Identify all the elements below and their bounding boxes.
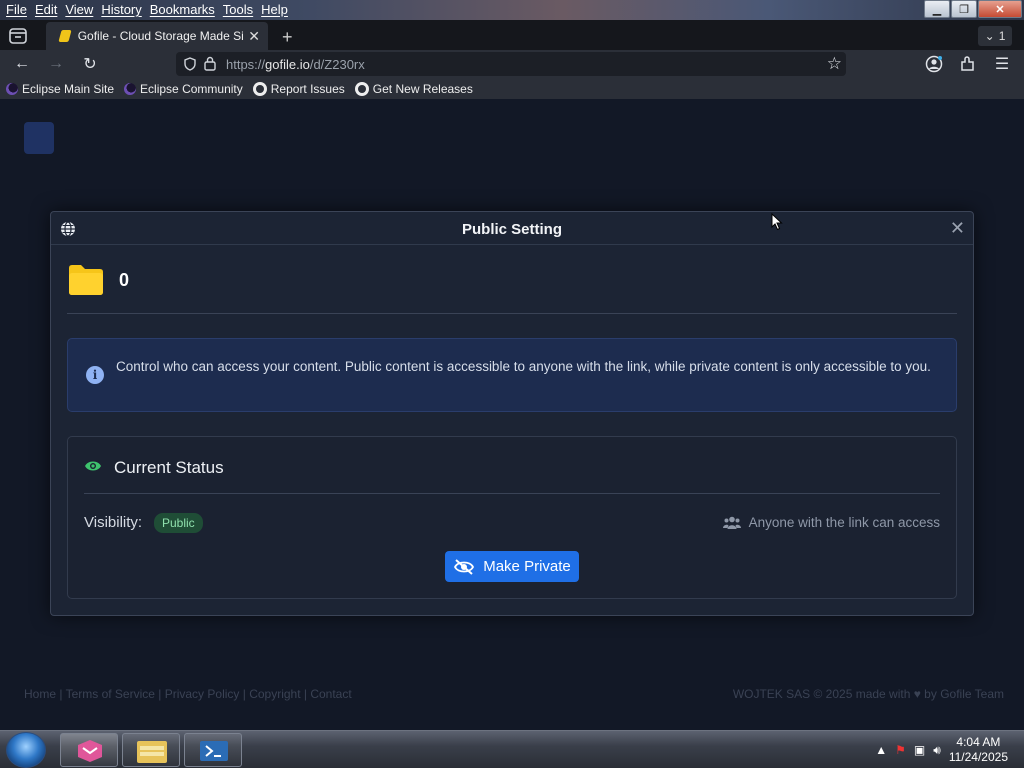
taskbar-app-powershell[interactable]	[184, 733, 242, 767]
powershell-icon	[200, 741, 228, 761]
status-title: Current Status	[114, 458, 224, 477]
info-alert: i Control who can access your content. P…	[67, 338, 957, 412]
make-private-button[interactable]: Make Private	[445, 551, 579, 582]
page-footer: Home | Terms of Service | Privacy Policy…	[24, 687, 1004, 701]
mouse-cursor-icon	[771, 213, 783, 231]
volume-icon[interactable]: 🔊︎	[933, 743, 941, 758]
eye-slash-icon	[454, 558, 475, 575]
forward-icon[interactable]: →	[46, 54, 66, 74]
footer-links[interactable]: Home | Terms of Service | Privacy Policy…	[24, 687, 352, 701]
reload-icon[interactable]: ↻	[80, 54, 100, 74]
status-header: Current Status	[84, 437, 940, 494]
start-button[interactable]	[6, 732, 46, 768]
url-text: https://gofile.io/d/Z230rx	[226, 57, 365, 72]
menu-bar: File Edit View History Bookmarks Tools H…	[0, 0, 1024, 20]
menu-tools[interactable]: Tools	[219, 2, 257, 17]
users-icon	[722, 516, 741, 529]
menu-history[interactable]: History	[97, 2, 145, 17]
hamburger-menu-icon[interactable]: ☰	[992, 54, 1012, 74]
modal-header: Public Setting ✕	[51, 212, 973, 245]
shield-icon[interactable]	[184, 57, 196, 71]
make-private-label: Make Private	[483, 558, 571, 575]
tab-list-button[interactable]: ⌄ 1	[978, 26, 1012, 46]
tab-bar: Gofile - Cloud Storage Made Sir ✕ + ⌄ 1	[0, 20, 1024, 50]
bookmark-label: Report Issues	[270, 81, 345, 96]
tab-title: Gofile - Cloud Storage Made Sir	[77, 29, 245, 43]
bookmark-label: Get New Releases	[372, 81, 473, 96]
github-icon	[354, 81, 369, 96]
taskbar-app-explorer[interactable]	[122, 733, 180, 767]
eclipse-icon	[6, 82, 18, 95]
chevron-down-icon: ⌄	[984, 29, 995, 43]
back-icon[interactable]: ←	[12, 54, 32, 74]
sidebar-toggle-button[interactable]	[24, 122, 54, 154]
bookmark-eclipse-main[interactable]: Eclipse Main Site	[6, 82, 114, 96]
gofile-favicon-icon	[58, 30, 72, 42]
clock-time: 4:04 AM	[956, 735, 1001, 749]
extensions-icon[interactable]	[959, 55, 977, 73]
bookmark-label: Eclipse Community	[140, 81, 243, 96]
account-icon[interactable]	[925, 55, 943, 73]
menu-file[interactable]: File	[2, 2, 31, 17]
access-text: Anyone with the link can access	[748, 515, 940, 530]
bookmark-get-new-releases[interactable]: Get New Releases	[354, 81, 473, 96]
browser-tab[interactable]: Gofile - Cloud Storage Made Sir ✕	[46, 22, 268, 50]
taskbar-app-browser[interactable]	[60, 733, 118, 767]
nav-bar: ← → ↻ https://gofile.io/d/Z230rx ☆ ☰	[0, 50, 1024, 78]
action-center-flag-icon[interactable]: ⚑	[895, 743, 906, 757]
folder-name: 0	[119, 270, 130, 290]
show-hidden-icons-button[interactable]: ▲	[875, 743, 887, 757]
info-text: Control who can access your content. Pub…	[116, 359, 931, 374]
browser-app-icon	[78, 740, 102, 762]
github-icon	[252, 81, 267, 96]
access-info: Anyone with the link can access	[722, 515, 940, 530]
tab-overview-icon[interactable]	[8, 27, 28, 45]
folder-explorer-icon	[137, 741, 167, 763]
menu-bookmarks[interactable]: Bookmarks	[146, 2, 219, 17]
restore-button[interactable]: ❐	[951, 0, 977, 18]
url-prefix: https://	[226, 56, 266, 72]
new-tab-button[interactable]: +	[282, 27, 293, 48]
eye-icon	[85, 461, 101, 471]
url-bar[interactable]: https://gofile.io/d/Z230rx ☆	[176, 52, 846, 76]
modal-close-button[interactable]: ✕	[950, 218, 965, 239]
public-setting-modal: Public Setting ✕ 0 i Control who can acc…	[50, 211, 974, 616]
menu-view[interactable]: View	[61, 2, 97, 17]
visibility-label: Visibility:	[84, 514, 143, 531]
bookmark-report-issues[interactable]: Report Issues	[252, 81, 345, 96]
eclipse-icon	[124, 82, 137, 95]
lock-icon[interactable]	[204, 56, 216, 71]
tab-close-icon[interactable]: ✕	[248, 28, 260, 45]
bookmarks-bar: Eclipse Main Site Eclipse Community Repo…	[0, 78, 1024, 99]
info-icon: i	[86, 366, 104, 384]
clock-date: 11/24/2025	[948, 750, 1008, 764]
folder-row: 0	[67, 264, 957, 314]
footer-credit: WOJTEK SAS © 2025 made with ♥ by Gofile …	[732, 687, 1004, 701]
modal-title: Public Setting	[461, 221, 562, 238]
url-host: gofile.io	[265, 56, 310, 72]
url-path: /d/Z230rx	[309, 56, 365, 72]
menu-help[interactable]: Help	[257, 2, 292, 17]
status-card: Current Status Visibility: Public Anyone…	[67, 436, 957, 599]
menu-edit[interactable]: Edit	[31, 2, 61, 17]
clock[interactable]: 4:04 AM 11/24/2025	[949, 735, 1008, 765]
folder-icon	[69, 265, 103, 295]
bookmark-star-icon[interactable]: ☆	[827, 54, 842, 74]
tab-count: 1	[998, 29, 1006, 43]
minimize-button[interactable]: ▁	[924, 0, 950, 18]
network-icon[interactable]: ▣	[914, 743, 925, 757]
system-tray: ▲ ⚑ ▣ 🔊︎ 4:04 AM 11/24/2025	[875, 735, 1008, 765]
bookmark-label: Eclipse Main Site	[22, 81, 115, 96]
window-close-button[interactable]: ✕	[978, 0, 1022, 18]
bookmark-eclipse-community[interactable]: Eclipse Community	[124, 82, 243, 96]
visibility-badge: Public	[154, 513, 203, 533]
taskbar: ▲ ⚑ ▣ 🔊︎ 4:04 AM 11/24/2025	[0, 730, 1024, 768]
